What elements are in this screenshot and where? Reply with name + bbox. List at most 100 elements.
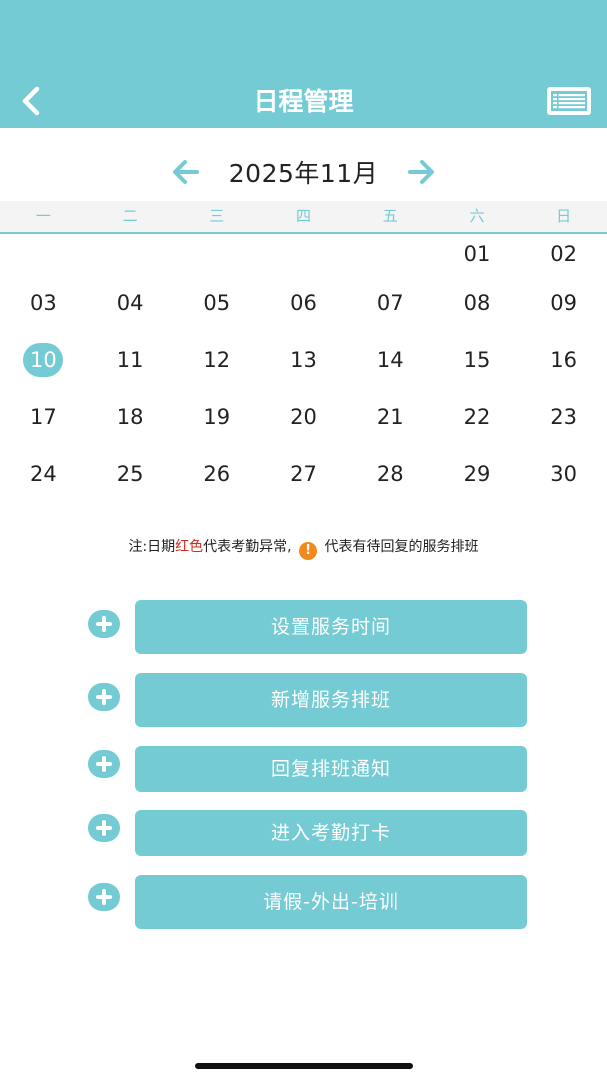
- day-number: 03: [29, 290, 57, 315]
- calendar-day-15[interactable]: 15: [434, 331, 521, 388]
- calendar-day-24[interactable]: 24: [0, 445, 87, 502]
- plus-icon[interactable]: [88, 814, 120, 842]
- day-number: 25: [116, 461, 144, 486]
- day-number: 07: [376, 290, 404, 315]
- attendance-checkin-button[interactable]: 进入考勤打卡: [135, 810, 527, 856]
- day-number: 02: [550, 242, 578, 266]
- calendar-week-row: 24 25 26 27 28 29 30: [0, 445, 607, 502]
- month-navigator: 2025年11月: [0, 148, 607, 196]
- plus-icon[interactable]: [88, 750, 120, 778]
- calendar-day-19[interactable]: 19: [173, 388, 260, 445]
- day-number: 28: [376, 461, 404, 486]
- calendar-day-08[interactable]: 08: [434, 274, 521, 331]
- day-number: 11: [116, 347, 144, 372]
- day-number: 04: [116, 290, 144, 315]
- plus-icon[interactable]: [88, 610, 120, 638]
- weekday-mon: 一: [35, 207, 51, 225]
- calendar-week-row: 01 02: [0, 234, 607, 274]
- weekday-sun: 日: [556, 207, 572, 225]
- calendar-day-20[interactable]: 20: [260, 388, 347, 445]
- day-number: 24: [29, 461, 57, 486]
- day-number: 10: [23, 342, 64, 377]
- calendar-day-18[interactable]: 18: [87, 388, 174, 445]
- calendar-day-04[interactable]: 04: [87, 274, 174, 331]
- day-number: 16: [550, 347, 578, 372]
- calendar-day-13[interactable]: 13: [260, 331, 347, 388]
- month-label: 2025年11月: [228, 159, 379, 188]
- calendar-empty-cell: [260, 234, 347, 274]
- day-number: 09: [550, 290, 578, 315]
- reply-schedule-notice-button[interactable]: 回复排班通知: [135, 746, 527, 792]
- note-suffix: 代表有待回复的服务排班: [324, 539, 479, 555]
- calendar-day-11[interactable]: 11: [87, 331, 174, 388]
- day-number: 12: [203, 347, 231, 372]
- calendar-day-21[interactable]: 21: [347, 388, 434, 445]
- calendar-day-09[interactable]: 09: [520, 274, 607, 331]
- calendar-day-16[interactable]: 16: [520, 331, 607, 388]
- day-number: 06: [290, 290, 317, 315]
- day-number: 20: [290, 404, 317, 429]
- day-number: 13: [290, 347, 317, 372]
- leave-outing-training-button[interactable]: 请假-外出-培训: [135, 875, 527, 929]
- calendar-empty-cell: [173, 234, 260, 274]
- calendar-empty-cell: [0, 234, 87, 274]
- weekday-wed: 三: [209, 207, 225, 225]
- page-title: 日程管理: [253, 87, 354, 116]
- weekday-sat: 六: [469, 207, 485, 225]
- add-service-schedule-button[interactable]: 新增服务排班: [135, 673, 527, 727]
- calendar-day-23[interactable]: 23: [520, 388, 607, 445]
- day-number: 27: [290, 461, 317, 486]
- calendar-day-28[interactable]: 28: [347, 445, 434, 502]
- calendar-day-30[interactable]: 30: [520, 445, 607, 502]
- calendar-day-26[interactable]: 26: [173, 445, 260, 502]
- menu-button[interactable]: [546, 86, 592, 116]
- calendar-grid: 01 02 03 04 05 06 07 08 09 10 11 12 13 14 15 16 17 18 19 20…: [0, 234, 607, 502]
- day-number: 22: [463, 404, 491, 429]
- calendar-week-row: 17 18 19 20 21 22 23: [0, 388, 607, 445]
- prev-month-button[interactable]: [171, 157, 201, 187]
- day-number: 15: [463, 347, 491, 372]
- plus-icon[interactable]: [88, 683, 120, 711]
- calendar-day-10[interactable]: 10: [0, 331, 87, 388]
- next-month-button[interactable]: [406, 157, 436, 187]
- warning-icon: !: [299, 542, 318, 560]
- calendar-day-29[interactable]: 29: [434, 445, 521, 502]
- day-number: 30: [550, 461, 578, 486]
- day-number: 21: [376, 404, 404, 429]
- day-number: 17: [29, 404, 57, 429]
- calendar-day-22[interactable]: 22: [434, 388, 521, 445]
- note-prefix: 注:日期: [128, 539, 176, 555]
- calendar-day-03[interactable]: 03: [0, 274, 87, 331]
- calendar-day-07[interactable]: 07: [347, 274, 434, 331]
- calendar-empty-cell: [347, 234, 434, 274]
- plus-icon[interactable]: [88, 883, 120, 911]
- calendar-day-25[interactable]: 25: [87, 445, 174, 502]
- legend-note: 注:日期红色代表考勤异常, ! 代表有待回复的服务排班: [0, 534, 607, 560]
- calendar-day-05[interactable]: 05: [173, 274, 260, 331]
- calendar-day-06[interactable]: 06: [260, 274, 347, 331]
- note-middle: 代表考勤异常,: [203, 539, 292, 555]
- calendar-empty-cell: [87, 234, 174, 274]
- weekday-header: 一 二 三 四 五 六 日: [0, 201, 607, 234]
- calendar-week-row: 10 11 12 13 14 15 16: [0, 331, 607, 388]
- home-indicator: [195, 1063, 413, 1069]
- day-number: 01: [463, 242, 491, 266]
- calendar-day-17[interactable]: 17: [0, 388, 87, 445]
- calendar-day-14[interactable]: 14: [347, 331, 434, 388]
- day-number: 18: [116, 404, 144, 429]
- set-service-time-button[interactable]: 设置服务时间: [135, 600, 527, 654]
- calendar-week-row: 03 04 05 06 07 08 09: [0, 274, 607, 331]
- calendar-day-12[interactable]: 12: [173, 331, 260, 388]
- weekday-fri: 五: [382, 207, 398, 225]
- day-number: 05: [203, 290, 231, 315]
- weekday-thu: 四: [296, 207, 312, 225]
- app-header: 日程管理: [0, 0, 607, 128]
- day-number: 29: [463, 461, 491, 486]
- day-number: 14: [376, 347, 404, 372]
- note-red-text: 红色: [175, 539, 204, 555]
- arrow-left-icon: [172, 160, 199, 184]
- calendar-day-27[interactable]: 27: [260, 445, 347, 502]
- calendar-day-02[interactable]: 02: [520, 234, 607, 274]
- calendar-day-01[interactable]: 01: [434, 234, 521, 274]
- day-number: 08: [463, 290, 491, 315]
